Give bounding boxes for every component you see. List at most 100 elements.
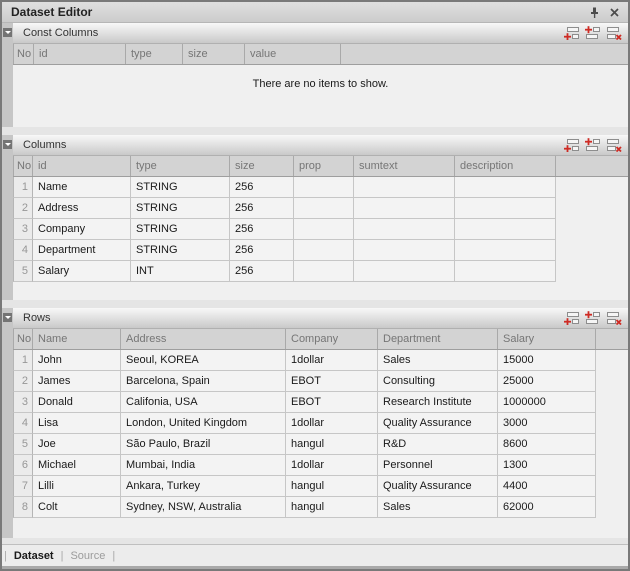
row-number-cell[interactable]: 2 <box>13 371 33 392</box>
data-cell[interactable]: hangul <box>286 497 378 518</box>
column-header[interactable]: Company <box>286 329 378 349</box>
insert-row-button[interactable] <box>583 137 602 153</box>
delete-row-button[interactable] <box>604 25 623 41</box>
data-cell[interactable] <box>455 177 556 198</box>
data-cell[interactable] <box>455 261 556 282</box>
data-cell[interactable]: 15000 <box>498 350 596 371</box>
data-cell[interactable]: STRING <box>131 177 230 198</box>
column-header[interactable]: Salary <box>498 329 596 349</box>
data-cell[interactable]: London, United Kingdom <box>121 413 286 434</box>
data-cell[interactable]: Barcelona, Spain <box>121 371 286 392</box>
row-number-cell[interactable]: 5 <box>13 434 33 455</box>
pin-button[interactable] <box>586 5 603 20</box>
data-cell[interactable]: Joe <box>33 434 121 455</box>
data-cell[interactable]: 1dollar <box>286 350 378 371</box>
data-cell[interactable]: STRING <box>131 198 230 219</box>
row-number-cell[interactable]: 8 <box>13 497 33 518</box>
row-number-cell[interactable]: 7 <box>13 476 33 497</box>
data-cell[interactable]: INT <box>131 261 230 282</box>
data-cell[interactable] <box>354 219 455 240</box>
column-header[interactable]: No <box>13 329 33 349</box>
delete-row-button[interactable] <box>604 310 623 326</box>
data-cell[interactable]: Consulting <box>378 371 498 392</box>
data-cell[interactable] <box>294 219 354 240</box>
data-cell[interactable]: 3000 <box>498 413 596 434</box>
data-cell[interactable] <box>455 219 556 240</box>
row-number-cell[interactable]: 2 <box>13 198 33 219</box>
data-cell[interactable]: Lisa <box>33 413 121 434</box>
delete-row-button[interactable] <box>604 137 623 153</box>
data-cell[interactable] <box>294 177 354 198</box>
column-header[interactable]: id <box>34 44 126 64</box>
data-cell[interactable] <box>294 240 354 261</box>
data-cell[interactable]: Sales <box>378 350 498 371</box>
column-header[interactable]: id <box>33 156 131 176</box>
data-cell[interactable]: 62000 <box>498 497 596 518</box>
column-header[interactable]: type <box>126 44 183 64</box>
collapse-section-button[interactable] <box>3 140 12 149</box>
data-cell[interactable] <box>294 198 354 219</box>
data-cell[interactable]: hangul <box>286 434 378 455</box>
column-header[interactable]: size <box>230 156 294 176</box>
row-number-cell[interactable]: 3 <box>13 219 33 240</box>
data-cell[interactable]: Sales <box>378 497 498 518</box>
insert-row-button[interactable] <box>583 25 602 41</box>
data-cell[interactable]: Department <box>33 240 131 261</box>
data-cell[interactable]: Company <box>33 219 131 240</box>
data-cell[interactable] <box>354 240 455 261</box>
column-header[interactable]: prop <box>294 156 354 176</box>
data-cell[interactable]: 25000 <box>498 371 596 392</box>
data-cell[interactable]: Quality Assurance <box>378 476 498 497</box>
data-cell[interactable]: 1dollar <box>286 455 378 476</box>
data-cell[interactable]: hangul <box>286 476 378 497</box>
data-cell[interactable]: Donald <box>33 392 121 413</box>
data-cell[interactable]: Name <box>33 177 131 198</box>
data-cell[interactable]: John <box>33 350 121 371</box>
tab-source[interactable]: Source <box>63 550 112 562</box>
data-cell[interactable] <box>354 198 455 219</box>
row-number-cell[interactable]: 5 <box>13 261 33 282</box>
column-header[interactable]: No <box>13 44 34 64</box>
data-cell[interactable] <box>354 261 455 282</box>
data-cell[interactable]: 8600 <box>498 434 596 455</box>
data-cell[interactable]: Salary <box>33 261 131 282</box>
data-cell[interactable] <box>294 261 354 282</box>
data-cell[interactable]: Personnel <box>378 455 498 476</box>
data-cell[interactable] <box>354 177 455 198</box>
data-cell[interactable] <box>455 198 556 219</box>
column-header[interactable]: value <box>245 44 341 64</box>
data-cell[interactable]: R&D <box>378 434 498 455</box>
column-header[interactable]: Department <box>378 329 498 349</box>
data-cell[interactable]: 256 <box>230 240 294 261</box>
data-cell[interactable]: EBOT <box>286 392 378 413</box>
collapse-section-button[interactable] <box>3 313 12 322</box>
data-cell[interactable]: 256 <box>230 177 294 198</box>
tab-dataset[interactable]: Dataset <box>7 550 61 562</box>
close-button[interactable] <box>606 5 623 20</box>
column-header[interactable]: description <box>455 156 556 176</box>
data-cell[interactable]: Michael <box>33 455 121 476</box>
row-number-cell[interactable]: 3 <box>13 392 33 413</box>
data-cell[interactable]: STRING <box>131 240 230 261</box>
row-number-cell[interactable]: 1 <box>13 177 33 198</box>
row-number-cell[interactable]: 6 <box>13 455 33 476</box>
add-row-button[interactable] <box>562 25 581 41</box>
add-row-button[interactable] <box>562 137 581 153</box>
data-cell[interactable]: Sydney, NSW, Australia <box>121 497 286 518</box>
collapse-section-button[interactable] <box>3 28 12 37</box>
row-number-cell[interactable]: 1 <box>13 350 33 371</box>
data-cell[interactable]: Research Institute <box>378 392 498 413</box>
row-number-cell[interactable]: 4 <box>13 240 33 261</box>
data-cell[interactable]: 1300 <box>498 455 596 476</box>
data-cell[interactable]: Seoul, KOREA <box>121 350 286 371</box>
data-cell[interactable] <box>455 240 556 261</box>
column-header[interactable]: No <box>13 156 33 176</box>
data-cell[interactable]: 1dollar <box>286 413 378 434</box>
data-cell[interactable]: 1000000 <box>498 392 596 413</box>
data-cell[interactable]: Lilli <box>33 476 121 497</box>
data-cell[interactable]: Califonia, USA <box>121 392 286 413</box>
column-header[interactable]: sumtext <box>354 156 455 176</box>
insert-row-button[interactable] <box>583 310 602 326</box>
data-cell[interactable]: Mumbai, India <box>121 455 286 476</box>
column-header[interactable]: Address <box>121 329 286 349</box>
